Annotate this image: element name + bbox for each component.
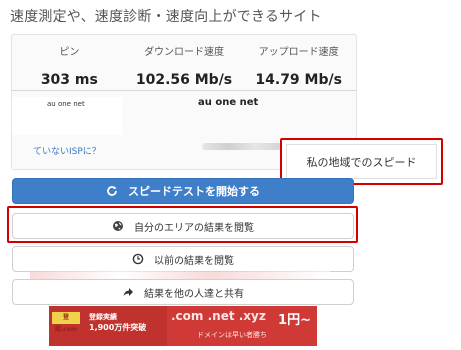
- metric-value: 14.79 Mb/s: [255, 72, 342, 88]
- ad-banner[interactable]: 登録.com 登録実績 1,900万件突破 .com .net .xyz 1円~…: [49, 306, 317, 346]
- metric-label: ダウンロード速度: [144, 47, 224, 58]
- metric-download: ダウンロード速度 102.56 Mb/s: [127, 35, 242, 90]
- share-results-button[interactable]: 結果を他の人達と共有: [12, 279, 354, 305]
- metric-label: ピン: [59, 47, 80, 58]
- refresh-icon: [106, 185, 118, 197]
- metrics-row: ピン 303 ms ダウンロード速度 102.56 Mb/s アップロード速度 …: [12, 35, 356, 91]
- metric-value: 102.56 Mb/s: [135, 72, 233, 88]
- ad-headline: 登録実績: [89, 313, 117, 321]
- page-headline: 速度測定や、速度診断・速度向上ができるサイト: [10, 9, 322, 25]
- annotation-highlight-box: [7, 206, 358, 243]
- share-results-label: 結果を他の人達と共有: [144, 288, 244, 300]
- ad-price: 1円~: [278, 313, 311, 328]
- isp-logo-box: au one net: [12, 97, 122, 135]
- blurred-placeholder: [202, 143, 282, 150]
- ad-right-panel: .com .net .xyz 1円~ ドメインは早い者勝ち: [167, 306, 317, 346]
- start-speedtest-button[interactable]: スピードテストを開始する: [12, 178, 354, 204]
- ad-domains: .com .net .xyz: [171, 309, 266, 323]
- my-area-speed-label: 私の地域でのスピード: [286, 144, 437, 179]
- view-previous-results-label: 以前の結果を閲覧: [154, 255, 234, 267]
- metric-label: アップロード速度: [258, 47, 339, 58]
- metric-value: 303 ms: [40, 72, 98, 88]
- metric-upload: アップロード速度 14.79 Mb/s: [241, 35, 356, 90]
- ad-subtext: ドメインは早い者勝ち: [197, 331, 267, 339]
- clock-icon: [132, 253, 144, 265]
- ad-logo: 登録.com: [52, 312, 80, 333]
- ad-left-panel: 登録.com 登録実績 1,900万件突破: [49, 306, 167, 346]
- isp-logo-text: au one net: [47, 100, 85, 108]
- share-icon: [122, 286, 134, 298]
- isp-name: au one net: [198, 97, 259, 108]
- start-speedtest-label: スピードテストを開始する: [128, 185, 260, 198]
- metric-ping: ピン 303 ms: [12, 35, 127, 90]
- wrong-isp-link[interactable]: ていないISPに？: [33, 144, 101, 157]
- view-previous-results-button[interactable]: 以前の結果を閲覧: [12, 246, 354, 272]
- ad-count: 1,900万件突破: [89, 323, 147, 332]
- obscured-content: [30, 271, 330, 279]
